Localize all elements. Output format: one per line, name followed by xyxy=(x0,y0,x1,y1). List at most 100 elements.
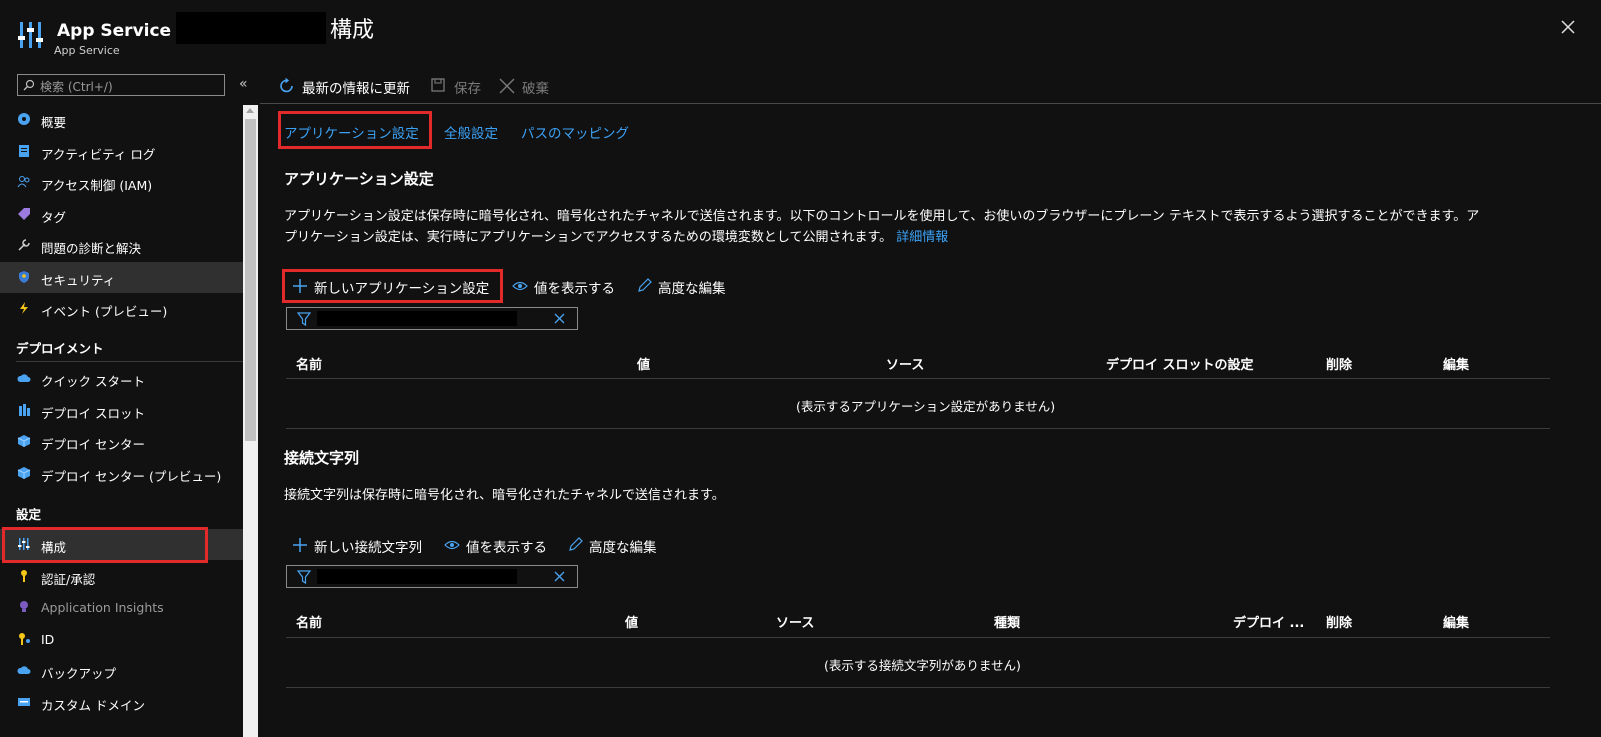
new-app-setting-label: 新しいアプリケーション設定 xyxy=(314,281,490,297)
section-header-deployment: デプロイメント xyxy=(16,341,104,356)
refresh-icon xyxy=(280,77,293,93)
resource-type: App Service xyxy=(54,44,120,57)
cube-icon xyxy=(17,435,31,447)
filter-icon xyxy=(297,570,311,584)
sidebar-item[interactable]: アクセス制御 (IAM) xyxy=(0,167,243,198)
sidebar-item[interactable]: 問題の診断と解決 xyxy=(0,230,243,261)
description-text: プリケーション設定は、実行時にアプリケーションでアクセスするための環境変数として… xyxy=(284,230,893,245)
sidebar-item[interactable]: ID xyxy=(0,624,243,655)
wrench-icon xyxy=(18,239,30,251)
sidebar-item[interactable]: 概要 xyxy=(0,104,243,135)
overview-icon xyxy=(18,113,30,125)
filter-icon xyxy=(297,312,311,326)
table-divider xyxy=(286,637,1550,638)
description-line: アプリケーション設定は保存時に暗号化され、暗号化されたチャネルで送信されます。以… xyxy=(284,209,1480,224)
scrollbar-thumb[interactable] xyxy=(245,119,256,441)
column-header-edit: 編集 xyxy=(1443,616,1470,631)
sidebar-item-label: アクティビティ ログ xyxy=(41,146,156,162)
sidebar-item-label: デプロイ センター xyxy=(41,437,145,452)
sidebar-item[interactable]: デプロイ センター xyxy=(0,426,243,457)
sidebar-item[interactable]: デプロイ センター (プレビュー) xyxy=(0,458,243,489)
column-header-value[interactable]: 値 xyxy=(625,612,638,631)
discard-label: 破棄 xyxy=(522,81,549,97)
app-settings-filter[interactable] xyxy=(286,307,578,330)
toolbar-divider xyxy=(260,103,1601,104)
sidebar-item-label: 概要 xyxy=(41,115,67,130)
pencil-icon xyxy=(569,537,583,551)
sidebar-item-label: Application Insights xyxy=(41,600,164,615)
tab-app-settings[interactable]: アプリケーション設定 xyxy=(284,122,419,142)
table-divider xyxy=(286,687,1550,688)
sidebar-item-label: 問題の診断と解決 xyxy=(41,241,142,256)
column-header-name[interactable]: 名前 xyxy=(296,354,322,373)
discard-icon xyxy=(499,78,515,94)
learn-more-link[interactable]: 詳細情報 xyxy=(896,230,948,245)
save-label: 保存 xyxy=(454,81,481,97)
connection-strings-heading: 接続文字列 xyxy=(284,449,360,467)
column-header-source[interactable]: ソース xyxy=(886,354,924,373)
sidebar-item-label: アクセス制御 (IAM) xyxy=(41,178,153,193)
connection-strings-description: 接続文字列は保存時に暗号化され、暗号化されたチャネルで送信されます。 xyxy=(284,488,725,503)
sidebar-item[interactable]: アクティビティ ログ xyxy=(0,136,243,167)
cloud-icon xyxy=(17,374,31,382)
sidebar-item[interactable]: クイック スタート xyxy=(0,363,243,394)
sidebar-item-label: 構成 xyxy=(41,540,67,555)
search-input[interactable]: 検索 (Ctrl+/) xyxy=(40,78,113,95)
column-header-slot-setting[interactable]: デプロイ スロットの設定 xyxy=(1106,354,1254,373)
refresh-label: 最新の情報に更新 xyxy=(302,81,410,97)
lightning-icon xyxy=(20,302,28,314)
column-header-source[interactable]: ソース xyxy=(776,612,814,631)
sidebar-item[interactable]: Application Insights xyxy=(0,592,243,623)
sidebar-item-label: イベント (プレビュー) xyxy=(41,304,168,319)
shield-icon xyxy=(19,270,29,283)
scroll-up-arrow[interactable] xyxy=(246,108,254,113)
advanced-edit-label: 高度な編集 xyxy=(589,540,657,556)
sidebar-item[interactable]: デプロイ スロット xyxy=(0,395,243,426)
table-divider xyxy=(286,428,1550,429)
sidebar-item[interactable]: セキュリティ xyxy=(0,261,243,293)
sidebar-item-label: バックアップ xyxy=(41,666,117,681)
resource-name: App Service 名 xyxy=(57,21,195,41)
show-values-label: 値を表示する xyxy=(534,281,615,297)
key-icon xyxy=(21,569,27,582)
empty-message: (表示するアプリケーション設定がありません) xyxy=(796,399,1056,414)
section-header-settings: 設定 xyxy=(16,507,42,522)
sidebar-item[interactable]: バックアップ xyxy=(0,655,243,686)
section-divider xyxy=(16,361,246,362)
sidebar-item[interactable]: 認証/承認 xyxy=(0,561,243,592)
app-settings-heading: アプリケーション設定 xyxy=(284,170,434,188)
redacted-block xyxy=(176,12,326,44)
column-header-name[interactable]: 名前 xyxy=(296,612,322,631)
sidebar-item-label: クイック スタート xyxy=(41,374,145,389)
collapse-sidebar-button[interactable]: « xyxy=(239,76,248,92)
app-settings-description: アプリケーション設定は保存時に暗号化され、暗号化されたチャネルで送信されます。以… xyxy=(284,206,1574,248)
sidebar-item[interactable]: イベント (プレビュー) xyxy=(0,293,243,324)
show-values-label: 値を表示する xyxy=(466,540,547,556)
sidebar-item[interactable]: 構成 xyxy=(0,529,243,560)
search-icon xyxy=(23,79,35,91)
search-field[interactable]: 検索 (Ctrl+/) xyxy=(17,74,225,96)
redacted-block xyxy=(317,311,517,326)
column-header-slot-setting[interactable]: デプロイ ... xyxy=(1233,612,1304,631)
empty-message: (表示する接続文字列がありません) xyxy=(824,658,1021,673)
description-line: プリケーション設定は、実行時にアプリケーションでアクセスするための環境変数として… xyxy=(284,227,1574,248)
advanced-edit-label: 高度な編集 xyxy=(658,281,726,297)
close-icon[interactable] xyxy=(1557,16,1579,38)
tab-path-mappings[interactable]: パスのマッピング xyxy=(521,122,629,142)
save-icon xyxy=(431,78,445,92)
clear-icon[interactable] xyxy=(553,312,566,325)
pencil-icon xyxy=(638,278,652,292)
column-header-value[interactable]: 値 xyxy=(637,354,650,373)
connection-strings-filter[interactable] xyxy=(286,565,578,588)
clear-icon[interactable] xyxy=(553,570,566,583)
activity-log-icon xyxy=(19,144,29,157)
column-header-type[interactable]: 種類 xyxy=(994,612,1020,631)
backup-cloud-icon xyxy=(17,666,31,674)
blade-header: App Service 名 App Service 構成 xyxy=(0,0,1601,64)
tab-general-settings[interactable]: 全般設定 xyxy=(444,122,498,142)
configuration-icon xyxy=(18,22,43,48)
cube-icon xyxy=(17,466,31,479)
sidebar-item[interactable]: タグ xyxy=(0,199,243,230)
sidebar-item[interactable]: カスタム ドメイン xyxy=(0,687,243,718)
sidebar-item-label: カスタム ドメイン xyxy=(41,697,145,713)
